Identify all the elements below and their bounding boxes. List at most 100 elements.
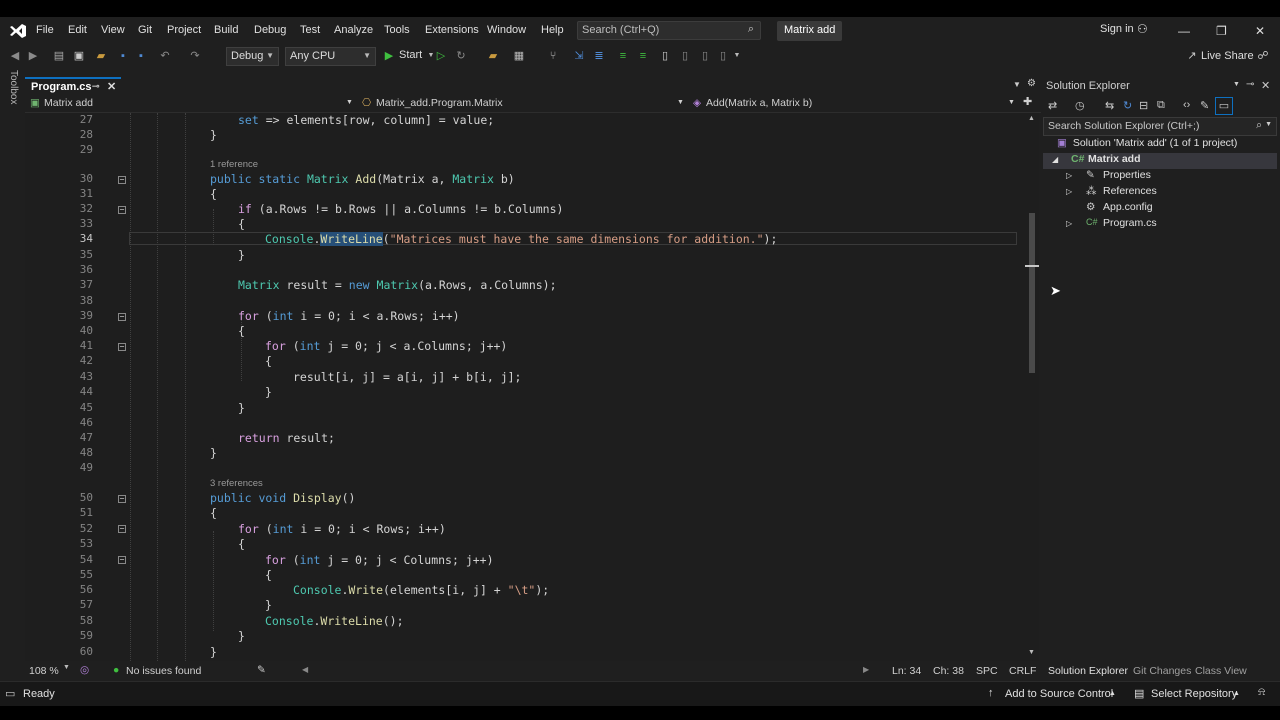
sign-in-link[interactable]: Sign in [1100, 23, 1134, 35]
tree-item-references[interactable]: ▷ ⁂ References [1043, 185, 1277, 201]
menu-view[interactable]: View [101, 24, 125, 36]
zoom-level[interactable]: 108 % [29, 665, 59, 677]
toolbar-overflow-icon[interactable]: ▼ [730, 49, 744, 63]
view-code-icon[interactable]: ‹› [1183, 99, 1190, 111]
new-item-icon[interactable]: ▣ [72, 49, 86, 63]
fold-toggle-icon[interactable]: − [118, 313, 126, 321]
new-project-icon[interactable]: ▤ [52, 49, 66, 63]
pin-icon[interactable]: ⊸ [92, 81, 100, 92]
menu-project[interactable]: Project [167, 24, 201, 36]
git-icon[interactable]: ⑂ [546, 49, 560, 63]
split-editor-icon[interactable]: ✚ [1023, 95, 1032, 108]
maximize-icon[interactable]: ❐ [1216, 24, 1227, 38]
tree-item-properties[interactable]: ▷ ✎ Properties [1043, 169, 1277, 185]
scroll-right-icon[interactable]: ▶ [863, 665, 869, 674]
comment-icon[interactable]: ≡ [616, 49, 630, 63]
menu-build[interactable]: Build [214, 24, 238, 36]
fold-toggle-icon[interactable]: − [118, 343, 126, 351]
tab-solution-explorer[interactable]: Solution Explorer [1048, 665, 1128, 677]
chevron-down-icon[interactable]: ▼ [1233, 81, 1240, 88]
code-cleanup-icon[interactable]: ✎ [257, 664, 266, 676]
account-icon[interactable]: ⚇ [1137, 22, 1148, 36]
menu-extensions[interactable]: Extensions [425, 24, 479, 36]
scrollbar-thumb[interactable] [1029, 213, 1035, 373]
chevron-down-icon[interactable]: ▼ [677, 99, 684, 106]
copilot-icon[interactable]: ◎ [80, 664, 89, 676]
whitespace-indicator[interactable]: SPC [976, 665, 998, 677]
collapsed-arrow-icon[interactable]: ▷ [1066, 171, 1072, 180]
clear-bookmarks-icon[interactable]: ▯ [716, 49, 730, 63]
line-ending-indicator[interactable]: CRLF [1009, 665, 1036, 677]
menu-debug[interactable]: Debug [254, 24, 286, 36]
pin-icon[interactable]: ⊸ [1246, 79, 1254, 90]
live-share-icon[interactable]: ↗ [1185, 49, 1199, 63]
tab-program-cs[interactable]: Program.cs ⊸ ✕ [25, 77, 121, 95]
menu-test[interactable]: Test [300, 24, 320, 36]
tree-project[interactable]: ◢ C# Matrix add [1043, 153, 1277, 169]
pending-changes-icon[interactable]: ◷ [1075, 99, 1085, 112]
tree-item-app-config[interactable]: ⚙ App.config [1043, 201, 1277, 217]
settings-gear-icon[interactable]: ⚙ [1027, 78, 1036, 89]
browse-folder-icon[interactable]: ▰ [486, 49, 500, 63]
chevron-down-icon[interactable]: ▼ [1008, 99, 1015, 106]
menu-tools[interactable]: Tools [384, 24, 410, 36]
nav-type[interactable]: Matrix_add.Program.Matrix [376, 97, 503, 109]
issues-status[interactable]: No issues found [126, 665, 201, 677]
start-without-debugging-icon[interactable]: ▷ [434, 49, 448, 63]
save-icon[interactable]: ▪ [116, 49, 130, 63]
output-icon[interactable]: ▭ [5, 687, 15, 700]
menu-window[interactable]: Window [487, 24, 526, 36]
codelens-references[interactable]: 3 references [210, 478, 263, 489]
switch-views-icon[interactable]: ⇄ [1048, 99, 1057, 112]
fold-toggle-icon[interactable]: − [118, 176, 126, 184]
sync-icon[interactable]: ⇆ [1105, 99, 1114, 112]
add-to-source-control-button[interactable]: Add to Source Control [1005, 688, 1113, 700]
nav-project[interactable]: Matrix add [44, 97, 93, 109]
tab-git-changes[interactable]: Git Changes [1133, 665, 1191, 677]
toolbox-tab[interactable]: Toolbox [5, 70, 19, 130]
menu-git[interactable]: Git [138, 24, 152, 36]
bookmark-icon[interactable]: ▯ [658, 49, 672, 63]
search-box[interactable]: Search (Ctrl+Q) ⌕ [577, 21, 761, 40]
select-repository-button[interactable]: Select Repository [1151, 688, 1237, 700]
menu-analyze[interactable]: Analyze [334, 24, 373, 36]
tree-item-program-cs[interactable]: ▷ C# Program.cs [1043, 217, 1277, 233]
tab-overflow-icon[interactable]: ▼ [1013, 80, 1021, 89]
code-editor[interactable]: 27 28 29 30 31 32 33 34 35 36 37 38 39 4… [25, 113, 1025, 661]
expanded-arrow-icon[interactable]: ◢ [1052, 155, 1058, 164]
menu-edit[interactable]: Edit [68, 24, 87, 36]
fold-toggle-icon[interactable]: − [118, 556, 126, 564]
fold-toggle-icon[interactable]: − [118, 525, 126, 533]
vertical-scrollbar[interactable]: ▲ ▼ [1025, 113, 1039, 661]
uncomment-icon[interactable]: ≡ [636, 49, 650, 63]
close-tab-icon[interactable]: ✕ [107, 80, 116, 93]
preview-icon[interactable]: ▭ [1215, 97, 1233, 115]
scroll-up-icon[interactable]: ▲ [1028, 115, 1035, 122]
line-indicator[interactable]: Ln: 34 [892, 665, 921, 677]
hot-reload-icon[interactable]: ↻ [454, 49, 468, 63]
redo-icon[interactable]: ↷ [188, 49, 202, 63]
scroll-left-icon[interactable]: ◀ [302, 665, 308, 674]
menu-help[interactable]: Help [541, 24, 564, 36]
back-icon[interactable]: ◀ [8, 49, 22, 63]
column-indicator[interactable]: Ch: 38 [933, 665, 964, 677]
tree-solution[interactable]: ▣ Solution 'Matrix add' (1 of 1 project) [1057, 137, 1277, 153]
chevron-down-icon[interactable]: ▼ [346, 99, 353, 106]
save-all-icon[interactable]: ▪ [134, 49, 148, 63]
collapsed-arrow-icon[interactable]: ▷ [1066, 187, 1072, 196]
configuration-dropdown[interactable]: Debug ▼ [226, 47, 279, 66]
tab-class-view[interactable]: Class View [1195, 665, 1247, 677]
scroll-down-icon[interactable]: ▼ [1028, 649, 1035, 656]
format-icon[interactable]: ≣ [592, 49, 606, 63]
minimize-icon[interactable]: — [1178, 24, 1190, 38]
properties-wrench-icon[interactable]: ✎ [1200, 99, 1209, 112]
collapsed-arrow-icon[interactable]: ▷ [1066, 219, 1072, 228]
chevron-up-icon[interactable]: ▲ [1109, 690, 1116, 697]
start-play-icon[interactable]: ▶ [382, 49, 396, 63]
close-panel-icon[interactable]: ✕ [1261, 79, 1270, 92]
nav-member[interactable]: Add(Matrix a, Matrix b) [706, 97, 812, 109]
open-folder-icon[interactable]: ▰ [94, 49, 108, 63]
undo-icon[interactable]: ↶ [158, 49, 172, 63]
chevron-down-icon[interactable]: ▼ [63, 664, 70, 671]
show-all-files-icon[interactable]: ⧉ [1157, 99, 1165, 112]
